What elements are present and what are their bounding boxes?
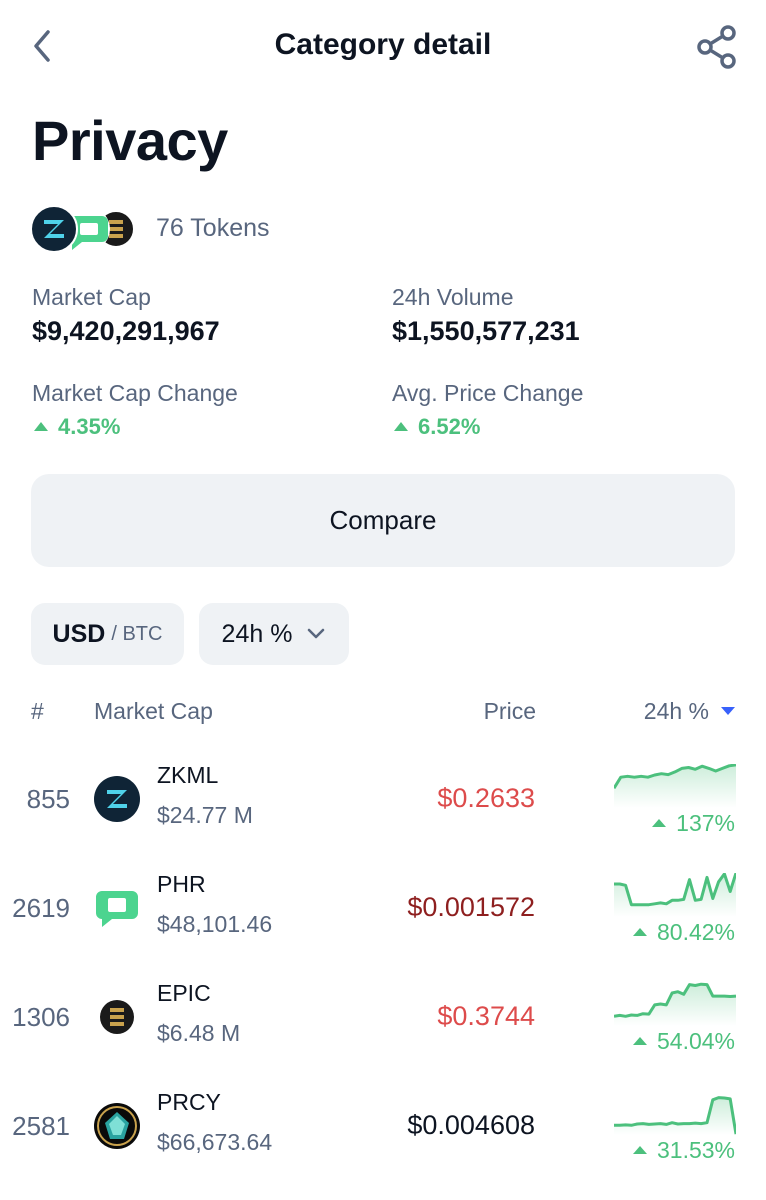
- col-price[interactable]: Price: [484, 698, 536, 725]
- row-rank: 2581: [12, 1111, 70, 1141]
- currency-btc[interactable]: / BTC: [111, 623, 162, 646]
- sparkline-chart: [614, 1096, 736, 1135]
- row-symbol: ZKML: [157, 762, 219, 788]
- row-price: $0.3744: [437, 1001, 535, 1031]
- sort-desc-icon: [721, 706, 735, 715]
- avg-price-change-label: Avg. Price Change: [392, 380, 584, 406]
- phr-logo-icon: [94, 885, 140, 931]
- token-logo-stack: [30, 204, 142, 254]
- col-rank: #: [31, 698, 44, 724]
- col-change[interactable]: 24h %: [644, 698, 735, 725]
- compare-button[interactable]: Compare: [31, 474, 735, 567]
- row-rank: 2619: [12, 893, 70, 923]
- row-symbol: PRCY: [157, 1089, 221, 1115]
- row-market-cap: $48,101.46: [157, 911, 273, 937]
- row-market-cap: $6.48 M: [157, 1020, 241, 1046]
- row-symbol: EPIC: [157, 980, 211, 1006]
- caret-up-icon: [632, 1145, 647, 1154]
- tokens-count: 76 Tokens: [156, 214, 270, 242]
- sparkline-chart: [614, 982, 736, 1026]
- row-change-value: 137%: [676, 810, 735, 836]
- row-price: $0.004608: [407, 1110, 535, 1140]
- col-change-label: 24h %: [643, 698, 709, 724]
- period-select[interactable]: 24h %: [199, 603, 349, 665]
- row-price: $0.2633: [437, 783, 535, 813]
- table-row[interactable]: 1306 EPIC $6.48 M $0.3744 54.04%: [0, 968, 766, 1077]
- row-rank: 855: [26, 784, 70, 814]
- row-price: $0.001572: [407, 892, 535, 922]
- row-change-value: 80.42%: [656, 919, 735, 945]
- col-market-cap[interactable]: Market Cap: [94, 698, 213, 725]
- header-title: Category detail: [274, 28, 492, 61]
- row-symbol: PHR: [157, 871, 206, 897]
- row-change: 137%: [652, 810, 735, 837]
- table-row[interactable]: 2581 PRCY $66,673.64 $0.004608 31.53%: [0, 1077, 766, 1186]
- zkml-logo-icon: [94, 776, 140, 822]
- sparkline-chart: [614, 873, 736, 917]
- row-change: 54.04%: [632, 1028, 735, 1055]
- row-market-cap: $66,673.64: [157, 1129, 273, 1155]
- market-cap-value: $9,420,291,967: [32, 316, 220, 346]
- caret-up-icon: [34, 421, 48, 431]
- row-change: 80.42%: [632, 919, 735, 946]
- currency-usd[interactable]: USD: [53, 620, 106, 649]
- row-market-cap: $24.77 M: [157, 802, 253, 828]
- row-change: 31.53%: [632, 1137, 735, 1164]
- volume-label: 24h Volume: [392, 284, 514, 310]
- table-row[interactable]: 855 ZKML $24.77 M $0.2633 137%: [0, 750, 766, 859]
- page-title: Privacy: [32, 109, 228, 172]
- avg-price-change: 6.52%: [394, 414, 480, 440]
- row-change-value: 54.04%: [656, 1028, 735, 1054]
- chevron-down-icon: [308, 628, 325, 639]
- market-cap-change: 4.35%: [34, 414, 120, 440]
- period-label: 24h %: [221, 619, 293, 648]
- avg-price-change-value: 6.52%: [418, 414, 481, 439]
- table-row[interactable]: 2619 PHR $48,101.46 $0.001572 80.42%: [0, 859, 766, 968]
- market-cap-label: Market Cap: [32, 284, 151, 310]
- share-icon[interactable]: [694, 24, 740, 70]
- caret-up-icon: [652, 818, 667, 827]
- epic-logo-icon: [94, 994, 140, 1040]
- currency-toggle[interactable]: USD / BTC: [31, 603, 184, 665]
- market-cap-change-value: 4.35%: [58, 414, 121, 439]
- caret-up-icon: [394, 421, 408, 431]
- prcy-logo-icon: [94, 1103, 140, 1149]
- row-change-value: 31.53%: [656, 1137, 735, 1163]
- caret-up-icon: [632, 1036, 647, 1045]
- volume-value: $1,550,577,231: [392, 316, 580, 346]
- sparkline-chart: [614, 764, 736, 808]
- market-cap-change-label: Market Cap Change: [32, 380, 238, 406]
- row-rank: 1306: [12, 1002, 70, 1032]
- caret-up-icon: [632, 927, 647, 936]
